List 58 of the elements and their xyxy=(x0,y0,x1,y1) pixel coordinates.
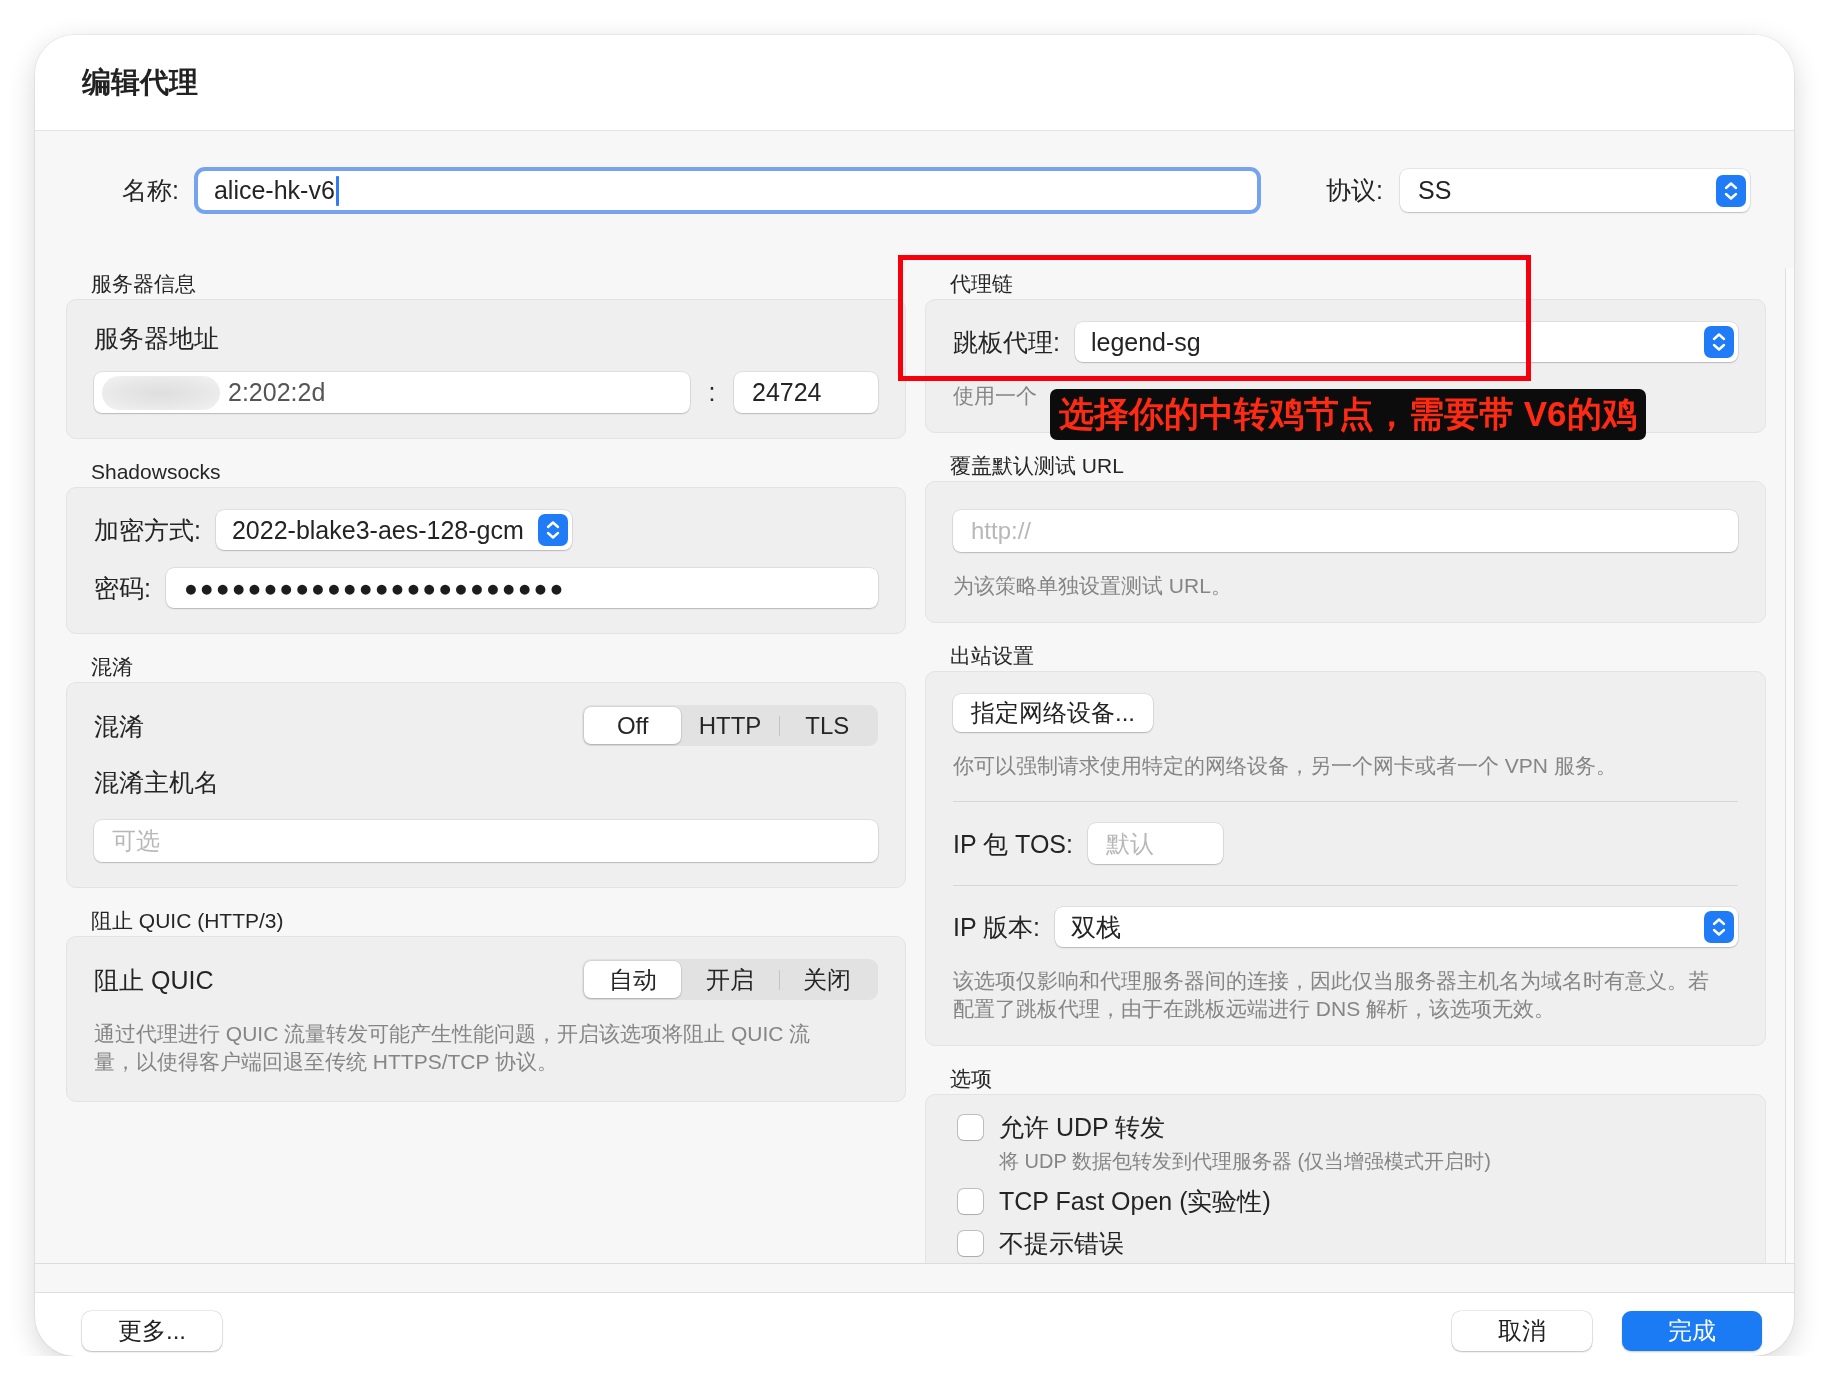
section-heading: 混淆 xyxy=(90,654,134,680)
help-text: 使用一个 xyxy=(953,383,1038,409)
help-text: 该选项仅影响和代理服务器间的连接，因此仅当服务器主机名为域名时有意义。若配置了跳板代理，由于在跳板远端进行 DNS 解析，该选项无效。 xyxy=(953,968,1710,1022)
checkbox[interactable] xyxy=(958,1114,983,1140)
port-separator: : xyxy=(707,378,717,407)
section-heading: 选项 xyxy=(949,1066,993,1092)
popup-button[interactable]: 双栈 xyxy=(1055,907,1738,947)
segment-button[interactable]: 开启 xyxy=(681,961,779,998)
section-heading: 覆盖默认测试 URL xyxy=(949,453,1125,479)
updown-arrows-icon xyxy=(1716,174,1746,207)
checkbox-label: 允许 UDP 转发 xyxy=(999,1112,1166,1142)
address-field[interactable]: 2:202:2d xyxy=(94,372,690,413)
window-title: 编辑代理 xyxy=(82,64,198,100)
segment-button[interactable]: HTTP xyxy=(681,707,779,744)
field-label: 跳板代理: xyxy=(953,327,1060,358)
updown-arrows-icon xyxy=(1704,911,1734,943)
field-caption: 混淆主机名 xyxy=(94,767,220,798)
section-heading: 出站设置 xyxy=(949,643,1035,669)
text-field[interactable]: 可选 xyxy=(94,820,878,862)
port-field[interactable]: 24724 xyxy=(734,372,878,413)
checkbox[interactable] xyxy=(958,1230,983,1256)
help-text: 你可以强制请求使用特定的网络设备，另一个网卡或者一个 VPN 服务。 xyxy=(953,753,1618,779)
annotation-callout: 选择你的中转鸡节点，需要带 V6的鸡 xyxy=(1050,389,1646,440)
help-text: 为该策略单独设置测试 URL。 xyxy=(953,573,1233,599)
cancel-button[interactable]: 取消 xyxy=(1452,1311,1592,1351)
section-heading: 阻止 QUIC (HTTP/3) xyxy=(90,908,285,934)
checkbox-label: TCP Fast Open (实验性) xyxy=(999,1186,1271,1216)
action-button[interactable]: 指定网络设备... xyxy=(953,694,1153,732)
protocol-popup[interactable]: SS xyxy=(1400,169,1750,212)
checkbox[interactable] xyxy=(958,1188,983,1214)
field-label: IP 版本: xyxy=(953,912,1041,943)
field-label: 混淆 xyxy=(94,710,144,742)
updown-arrows-icon xyxy=(537,514,568,546)
more-button[interactable]: 更多... xyxy=(82,1311,222,1351)
field-caption: 服务器地址 xyxy=(94,323,220,354)
field-label: 名称: xyxy=(122,175,179,206)
field-label: 密码: xyxy=(94,573,151,604)
text-field[interactable]: http:// xyxy=(953,510,1738,552)
done-button[interactable]: 完成 xyxy=(1622,1311,1762,1351)
popup-button[interactable]: 2022-blake3-aes-128-gcm xyxy=(215,510,572,550)
password-field[interactable]: ●●●●●●●●●●●●●●●●●●●●●●●● xyxy=(165,568,878,608)
section-heading: 服务器信息 xyxy=(90,271,197,297)
section-heading: 代理链 xyxy=(949,271,1014,297)
field-label: IP 包 TOS: xyxy=(953,828,1073,860)
field-label: 加密方式: xyxy=(94,515,201,546)
section-heading: Shadowsocks xyxy=(90,459,222,485)
name-field[interactable]: alice-hk-v6 xyxy=(193,167,1262,214)
help-text: 将 UDP 数据包转发到代理服务器 (仅当增强模式开启时) xyxy=(998,1149,1492,1174)
segment-button[interactable]: Off xyxy=(584,707,682,744)
segment-button[interactable]: 自动 xyxy=(584,961,682,998)
field-label: 阻止 QUIC xyxy=(94,964,214,996)
field-label: 协议: xyxy=(1326,175,1383,206)
updown-arrows-icon xyxy=(1704,326,1734,358)
checkbox-label: 不提示错误 xyxy=(999,1228,1124,1258)
text-field[interactable]: 默认 xyxy=(1087,823,1223,864)
help-text: 通过代理进行 QUIC 流量转发可能产生性能问题，开启该选项将阻止 QUIC 流量，以使得客户端回退至传统 HTTPS/TCP 协议。 xyxy=(94,1021,812,1075)
popup-button[interactable]: legend-sg xyxy=(1074,322,1738,362)
text-cursor xyxy=(335,175,339,206)
